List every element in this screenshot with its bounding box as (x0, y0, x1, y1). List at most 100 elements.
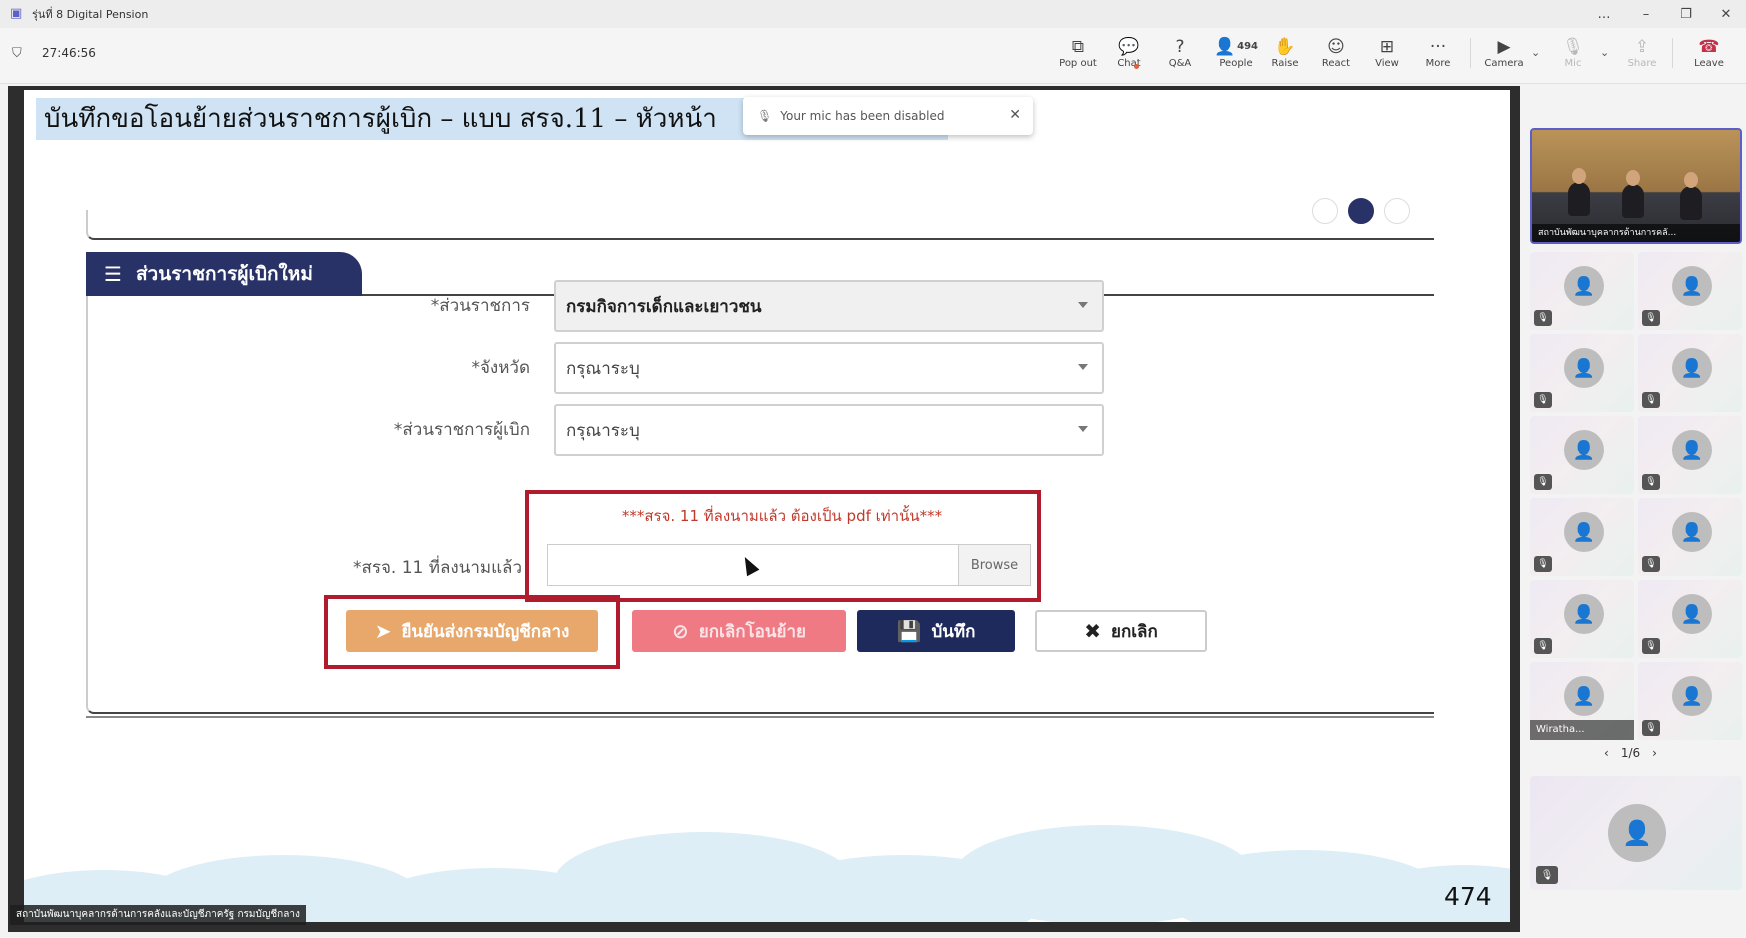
chevron-down-icon (1078, 426, 1088, 432)
video-person (1680, 186, 1702, 220)
filter-icon: ☰ (104, 262, 122, 286)
camera-button[interactable]: ▶ Camera (1479, 36, 1529, 78)
field-label-signed-form: *สรจ. 11 ที่ลงนามแล้ว (352, 558, 522, 578)
chevron-right-icon[interactable]: › (1652, 746, 1657, 760)
province-select[interactable]: กรุณาระบุ (554, 342, 1104, 394)
save-button[interactable]: 💾 บันทึก (857, 610, 1015, 652)
ban-icon: ⊘ (672, 619, 689, 643)
mic-off-icon: 🎙 (1534, 310, 1552, 326)
pop-out-label: Pop out (1059, 58, 1097, 69)
window-restore-button[interactable]: ❐ (1668, 0, 1704, 28)
video-person-head (1684, 172, 1698, 188)
participant-tile[interactable]: 👤 🎙 (1638, 498, 1742, 576)
section-header: ☰ ส่วนราชการผู้เบิกใหม่ (86, 252, 362, 296)
chevron-left-icon[interactable]: ‹ (1604, 746, 1609, 760)
pop-out-button[interactable]: ⧉ Pop out (1053, 36, 1103, 78)
avatar-icon: 👤 (1672, 594, 1712, 634)
participant-tile[interactable]: 👤 🎙 (1638, 662, 1742, 740)
mic-off-icon: 🎙 (1534, 556, 1552, 572)
confirm-send-label: ยืนยันส่งกรมบัญชีกลาง (401, 621, 570, 642)
window-minimize-button[interactable]: – (1628, 0, 1664, 28)
participant-tile[interactable]: 👤 🎙 (1638, 252, 1742, 330)
section-title: ส่วนราชการผู้เบิกใหม่ (135, 263, 313, 285)
share-label: Share (1627, 58, 1657, 69)
participant-tile[interactable]: 👤 🎙 (1638, 334, 1742, 412)
department-select[interactable]: กรมกิจการเด็กและเยาวชน (554, 280, 1104, 332)
people-glyph: 👤 (1213, 37, 1236, 57)
video-person-head (1626, 170, 1640, 186)
avatar-icon: 👤 (1608, 804, 1666, 862)
self-view-tile[interactable]: 👤 🎙 (1530, 776, 1742, 890)
people-button[interactable]: 👤 494 People (1208, 36, 1264, 78)
meeting-timer: ⛉ 27:46:56 (12, 46, 96, 61)
avatar-icon: 👤 (1564, 348, 1604, 388)
participant-name: Wiratha... (1530, 720, 1634, 740)
chevron-down-icon (1078, 364, 1088, 370)
window-title: รุ่นที่ 8 Digital Pension (32, 8, 149, 21)
raise-hand-button[interactable]: ✋ Raise (1260, 36, 1310, 78)
form-panel-underline (86, 716, 1434, 718)
qa-button[interactable]: ? Q&A (1155, 36, 1205, 78)
disbursing-unit-select[interactable]: กรุณาระบุ (554, 404, 1104, 456)
participant-tile[interactable]: 👤 🎙 (1530, 498, 1634, 576)
mic-off-icon: 🎙 (1642, 474, 1660, 490)
province-value: กรุณาระบุ (566, 358, 640, 379)
participant-pager: ‹ 1/6 › (1604, 746, 1657, 760)
cloud-decoration (24, 825, 1510, 922)
mic-icon: 🎙 (1562, 37, 1584, 57)
chat-button[interactable]: 💬 Chat (1104, 36, 1154, 78)
share-button[interactable]: ⇪ Share (1617, 36, 1667, 78)
presenter-caption: สถาบันพัฒนาบุคลากรด้านการคลังและบัญชีภาค… (10, 905, 306, 925)
mic-off-icon: 🎙 (1642, 310, 1660, 326)
mic-off-icon: 🎙 (1642, 392, 1660, 408)
participant-tile[interactable]: 👤 🎙 (1530, 252, 1634, 330)
pdf-only-note: ***สรจ. 11 ที่ลงนามแล้ว ต้องเป็น pdf เท่… (621, 507, 943, 525)
more-icon: ··· (1429, 37, 1447, 57)
slide-page-number: 474 (1444, 882, 1492, 911)
meeting-toolbar: ⛉ 27:46:56 ⧉ Pop out 💬 Chat ? Q&A 👤 494 P… (0, 28, 1746, 84)
participant-tile[interactable]: 👤 🎙 (1530, 334, 1634, 412)
people-label: People (1219, 58, 1253, 69)
confirm-send-button[interactable]: ➤ ยืนยันส่งกรมบัญชีกลาง (346, 610, 598, 652)
pop-out-icon: ⧉ (1071, 37, 1085, 57)
active-speaker-tile[interactable]: สถาบันพัฒนาบุคลากรด้านการคลั... (1530, 128, 1742, 244)
avatar-icon: 👤 (1564, 676, 1604, 716)
video-person-head (1572, 168, 1586, 184)
view-icon: ⊞ (1379, 37, 1395, 57)
mic-options-chevron-icon[interactable]: ⌄ (1600, 46, 1609, 59)
more-button[interactable]: ··· More (1413, 36, 1463, 78)
mic-disabled-toast: 🎙 Your mic has been disabled ✕ (743, 97, 1033, 135)
participants-sidebar: สถาบันพัฒนาบุคลากรด้านการคลั... 👤 🎙 👤 🎙 👤 🎙… (1522, 86, 1746, 938)
view-button[interactable]: ⊞ View (1362, 36, 1412, 78)
camera-options-chevron-icon[interactable]: ⌄ (1531, 46, 1540, 59)
leave-button[interactable]: ☎ Leave (1684, 36, 1734, 78)
avatar-icon: 👤 (1672, 676, 1712, 716)
leave-icon: ☎ (1698, 37, 1720, 57)
save-icon: 💾 (896, 619, 922, 643)
participant-tile[interactable]: 👤 🎙 (1638, 416, 1742, 494)
view-label: View (1375, 58, 1399, 69)
browse-button[interactable]: Browse (958, 545, 1030, 585)
participant-tile[interactable]: 👤 🎙 (1638, 580, 1742, 658)
close-icon[interactable]: ✕ (1009, 107, 1021, 123)
department-value: กรมกิจการเด็กและเยาวชน (566, 296, 762, 317)
people-count: 494 (1237, 41, 1259, 52)
window-close-button[interactable]: ✕ (1708, 0, 1744, 28)
avatar-icon: 👤 (1672, 348, 1712, 388)
mic-off-icon: 🎙 (1534, 392, 1552, 408)
participant-tile[interactable]: 👤 🎙 (1530, 416, 1634, 494)
mic-button[interactable]: 🎙 Mic (1548, 36, 1598, 78)
more-label: More (1425, 58, 1451, 69)
shared-slide: บันทึกขอโอนย้ายส่วนราชการผู้เบิก – แบบ ส… (24, 90, 1510, 922)
shield-icon: ⛉ (12, 46, 22, 61)
cancel-transfer-button[interactable]: ⊘ ยกเลิกโอนย้าย (632, 610, 846, 652)
participant-tile[interactable]: 👤 🎙 (1530, 580, 1634, 658)
avatar-icon: 👤 (1672, 430, 1712, 470)
save-label: บันทึก (931, 621, 976, 642)
pager-text: 1/6 (1620, 746, 1641, 760)
signed-form-file-input[interactable]: Browse (547, 544, 1031, 586)
window-more-button[interactable]: … (1586, 0, 1622, 28)
participant-tile-named[interactable]: 👤 Wiratha... (1530, 662, 1634, 740)
cancel-button[interactable]: ✖ ยกเลิก (1035, 610, 1207, 652)
react-button[interactable]: ☺ React (1311, 36, 1361, 78)
